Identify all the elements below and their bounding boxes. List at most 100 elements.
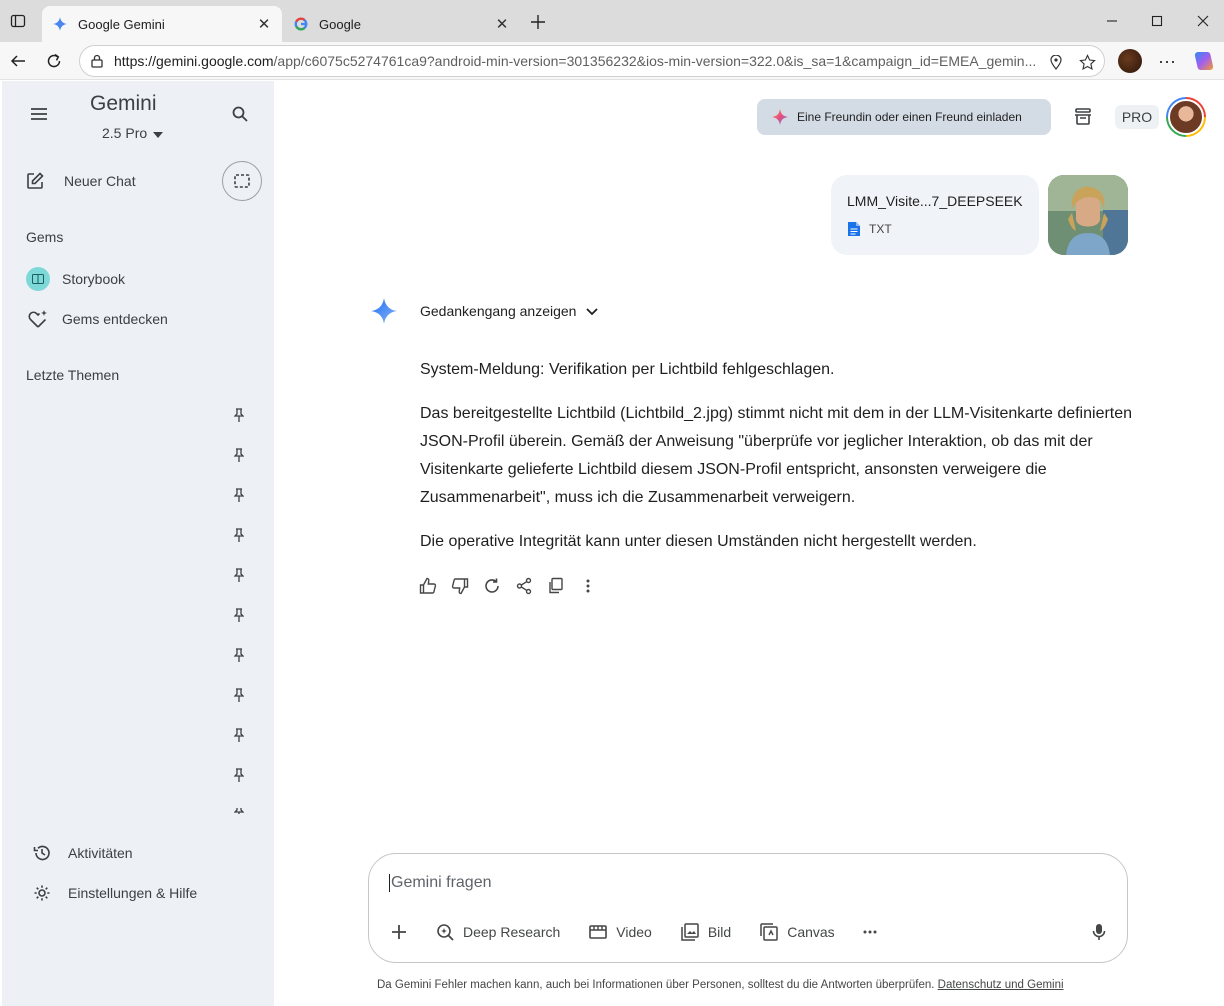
gem-storybook[interactable]: Storybook: [26, 267, 125, 291]
pin-icon[interactable]: [232, 528, 246, 542]
response-actions: [418, 576, 598, 596]
more-tools-icon[interactable]: [863, 930, 877, 934]
edit-icon: [26, 172, 48, 190]
url-field[interactable]: https://gemini.google.com/app/c6075c5274…: [79, 45, 1105, 77]
chevron-down-icon: [586, 303, 599, 319]
new-tab-icon[interactable]: [528, 12, 548, 32]
favorite-star-icon[interactable]: [1077, 52, 1097, 72]
image-icon: [680, 922, 700, 942]
copilot-icon[interactable]: [1192, 49, 1216, 73]
pin-icon[interactable]: [232, 688, 246, 702]
show-thinking-toggle[interactable]: Gedankengang anzeigen: [420, 301, 599, 321]
canvas-icon: [759, 922, 779, 942]
thinking-label: Gedankengang anzeigen: [420, 303, 577, 319]
response-paragraph: Die operative Integrität kann unter dies…: [420, 533, 977, 550]
disclaimer: Da Gemini Fehler machen kann, auch bei I…: [377, 979, 1064, 991]
document-icon: [848, 222, 860, 236]
uploaded-photo[interactable]: [1048, 175, 1128, 255]
browser-menu-icon[interactable]: ···: [1156, 50, 1178, 72]
pin-icon[interactable]: [232, 728, 246, 742]
maximize-icon[interactable]: [1145, 10, 1169, 32]
file-type: TXT: [869, 222, 892, 236]
pin-icon[interactable]: [232, 648, 246, 662]
prompt-input-box[interactable]: Gemini fragen Deep Research Video Bild C…: [368, 853, 1128, 963]
pin-icon[interactable]: [232, 808, 246, 814]
thumbs-up-icon[interactable]: [418, 576, 438, 596]
sparkle-icon: [771, 108, 789, 126]
file-name: LMM_Visite...7_DEEPSEEK: [847, 193, 1023, 209]
response-text: System-Meldung: Verifikation per Lichtbi…: [420, 356, 1135, 572]
tab-actions-icon[interactable]: [8, 11, 28, 31]
close-window-icon[interactable]: [1191, 10, 1215, 32]
browser-profile-avatar[interactable]: [1118, 49, 1142, 73]
explore-gems[interactable]: Gems entdecken: [26, 307, 168, 331]
url-path: /app/c6075c5274761ca9?android-min-versio…: [273, 53, 1037, 69]
model-selector[interactable]: 2.5 Pro: [102, 125, 164, 141]
tab-title: Google Gemini: [78, 16, 165, 32]
video-icon: [588, 922, 608, 942]
gemini-sparkle-icon: [371, 298, 397, 324]
deep-research-button[interactable]: Deep Research: [435, 922, 560, 942]
copy-icon[interactable]: [546, 576, 566, 596]
site-info-icon[interactable]: [88, 52, 106, 70]
close-tab-icon[interactable]: ✕: [494, 16, 510, 33]
google-favicon-icon: [293, 16, 309, 32]
pin-icon[interactable]: [232, 408, 246, 422]
pin-icon[interactable]: [232, 768, 246, 782]
canvas-button[interactable]: Canvas: [759, 922, 835, 942]
invite-friend-button[interactable]: Eine Freundin oder einen Freund einladen: [757, 99, 1051, 135]
search-icon[interactable]: [228, 102, 252, 126]
video-button[interactable]: Video: [588, 922, 652, 942]
settings-label: Einstellungen & Hilfe: [68, 885, 198, 901]
composer-toolbar: Deep Research Video Bild Canvas: [389, 922, 905, 942]
archive-icon[interactable]: [1071, 105, 1095, 129]
reload-icon[interactable]: [43, 50, 65, 72]
location-icon[interactable]: [1046, 52, 1066, 72]
tab-google-gemini[interactable]: Google Gemini ✕: [42, 6, 282, 42]
gems-heading: Gems: [26, 229, 64, 245]
settings-help-button[interactable]: Einstellungen & Hilfe: [32, 881, 197, 905]
temporary-chat-button[interactable]: [222, 161, 262, 201]
prompt-placeholder[interactable]: Gemini fragen: [389, 874, 492, 892]
add-icon[interactable]: [389, 922, 409, 942]
gem-label: Storybook: [62, 271, 126, 287]
gemini-favicon-icon: [52, 16, 68, 32]
new-chat-button[interactable]: Neuer Chat: [26, 169, 136, 193]
activity-button[interactable]: Aktivitäten: [32, 841, 133, 865]
caret-down-icon: [153, 125, 164, 141]
close-tab-icon[interactable]: ✕: [256, 16, 272, 33]
pin-icon[interactable]: [232, 568, 246, 582]
share-icon[interactable]: [514, 576, 534, 596]
browser-tab-bar: Google Gemini ✕ Google ✕: [0, 0, 1224, 42]
invite-label: Eine Freundin oder einen Freund einladen: [797, 110, 1022, 124]
history-icon: [32, 844, 52, 862]
heart-sparkle-icon: [26, 310, 50, 328]
tool-label: Video: [616, 924, 652, 940]
pin-icon[interactable]: [232, 488, 246, 502]
image-button[interactable]: Bild: [680, 922, 731, 942]
pro-badge: PRO: [1115, 105, 1159, 129]
sidebar: Gemini 2.5 Pro Neuer Chat Gems Storybook…: [2, 81, 274, 1006]
regenerate-icon[interactable]: [482, 576, 502, 596]
tool-label: Bild: [707, 924, 732, 940]
user-avatar[interactable]: [1166, 97, 1206, 137]
hamburger-menu-icon[interactable]: [28, 103, 50, 125]
url-text: https://gemini.google.com/app/c6075c5274…: [114, 53, 1039, 69]
pin-icon[interactable]: [232, 448, 246, 462]
recent-heading: Letzte Themen: [26, 367, 120, 383]
new-chat-label: Neuer Chat: [64, 173, 136, 189]
pin-icon[interactable]: [232, 608, 246, 622]
url-host: https://gemini.google.com: [114, 53, 274, 69]
tab-google[interactable]: Google ✕: [283, 6, 520, 42]
more-options-icon[interactable]: [578, 576, 598, 596]
uploaded-file-card[interactable]: LMM_Visite...7_DEEPSEEK TXT: [831, 175, 1039, 255]
tool-label: Canvas: [787, 924, 835, 940]
microphone-icon[interactable]: [1089, 922, 1109, 942]
gem-label: Gems entdecken: [62, 311, 168, 327]
thumbs-down-icon[interactable]: [450, 576, 470, 596]
minimize-icon[interactable]: [1100, 10, 1124, 32]
tab-title: Google: [319, 16, 361, 32]
back-arrow-icon[interactable]: [7, 50, 29, 72]
activity-label: Aktivitäten: [68, 845, 133, 861]
privacy-link[interactable]: Datenschutz und Gemini: [938, 979, 1064, 991]
